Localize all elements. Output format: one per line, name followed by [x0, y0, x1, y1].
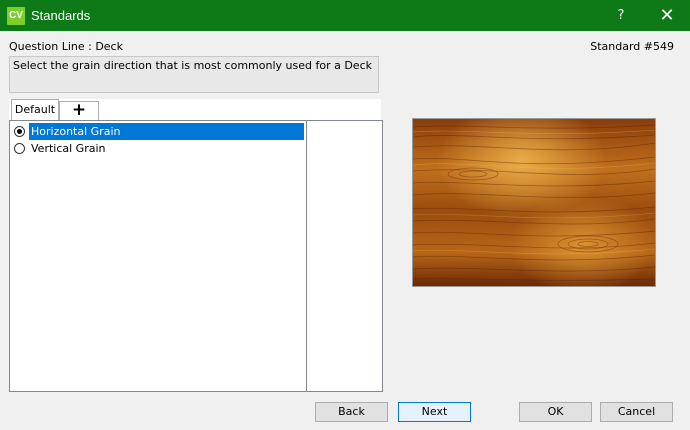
window-title: Standards: [31, 8, 91, 23]
cancel-button[interactable]: Cancel: [600, 402, 673, 422]
radio-button-icon[interactable]: [14, 126, 25, 137]
option-vertical-grain[interactable]: Vertical Grain: [12, 140, 306, 157]
radio-button-icon[interactable]: [14, 143, 25, 154]
options-list: Horizontal Grain Vertical Grain: [9, 120, 383, 392]
tab-strip: Default +: [9, 99, 381, 120]
option-horizontal-grain[interactable]: Horizontal Grain: [12, 123, 306, 140]
tab-default[interactable]: Default: [11, 99, 59, 120]
list-divider: [306, 121, 307, 391]
question-line-label: Question Line : Deck: [9, 40, 123, 53]
add-tab-button[interactable]: +: [59, 101, 99, 120]
close-button[interactable]: ✕: [644, 0, 690, 31]
option-label[interactable]: Vertical Grain: [29, 140, 304, 157]
ok-button[interactable]: OK: [519, 402, 592, 422]
next-button[interactable]: Next: [398, 402, 471, 422]
wood-grain-image: [412, 118, 656, 287]
option-label[interactable]: Horizontal Grain: [29, 123, 304, 140]
back-button[interactable]: Back: [315, 402, 388, 422]
help-button[interactable]: ?: [598, 0, 644, 31]
app-logo-icon: CV: [7, 7, 25, 25]
question-text-box: Select the grain direction that is most …: [9, 56, 379, 93]
title-bar: CV Standards ? ✕: [0, 0, 690, 31]
standard-number-label: Standard #549: [590, 40, 674, 53]
